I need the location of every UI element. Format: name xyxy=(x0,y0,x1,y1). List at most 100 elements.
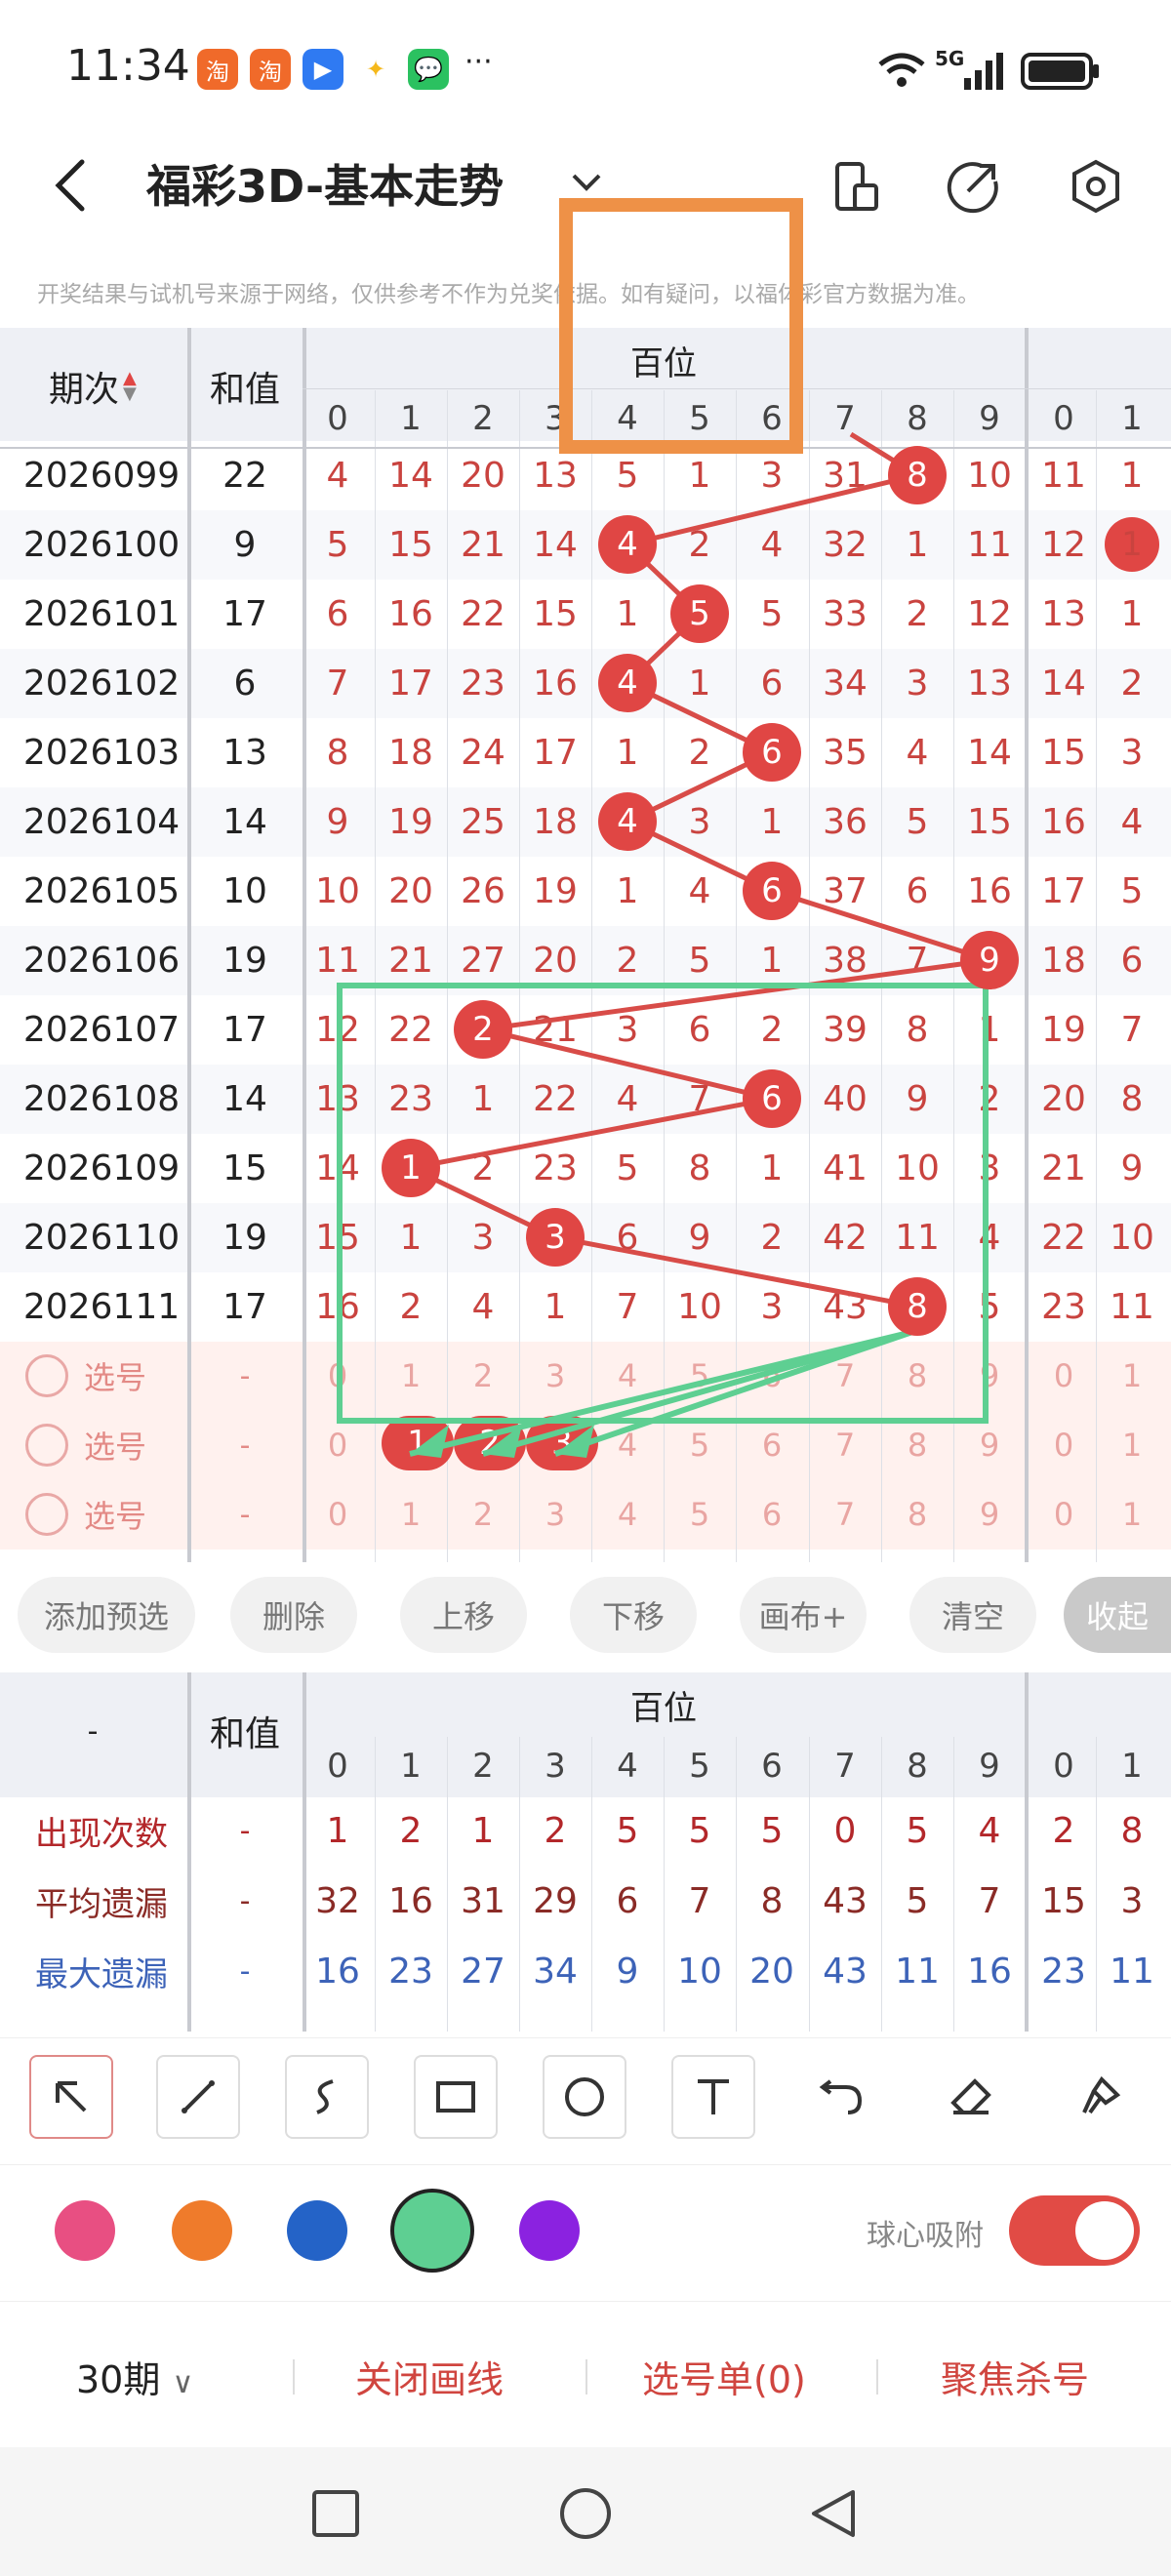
stats-value: 15 xyxy=(1041,1880,1086,1921)
chevron-down-icon: ∨ xyxy=(172,2366,194,2400)
stats-digit-header: 4 xyxy=(617,1747,638,1786)
stats-value: 1 xyxy=(326,1810,349,1851)
stats-digit-header: 0 xyxy=(327,1747,348,1786)
stats-digit-header: 1 xyxy=(1121,1747,1143,1786)
stats-sum: - xyxy=(239,1953,251,1989)
stats-value: 8 xyxy=(760,1880,784,1921)
stats-value: 5 xyxy=(616,1810,639,1851)
stats-value: 8 xyxy=(1120,1810,1144,1851)
stats-sum: - xyxy=(239,1813,251,1848)
stats-value: 4 xyxy=(978,1810,1001,1851)
stats-value: 5 xyxy=(906,1810,929,1851)
stats-value: 32 xyxy=(315,1880,360,1921)
stats-sum: - xyxy=(239,1883,251,1918)
stats-row-label: 平均遗漏 xyxy=(35,1884,168,1924)
action-button[interactable]: 上移 xyxy=(400,1577,527,1653)
arrow-line xyxy=(409,1329,913,1457)
drawing-canvas[interactable] xyxy=(0,0,1171,1581)
eraser-tool[interactable] xyxy=(929,2055,1013,2139)
stats-value: 20 xyxy=(749,1951,794,1992)
highlight-box[interactable] xyxy=(559,198,803,454)
period-select[interactable]: 30期 ∨ xyxy=(76,2350,193,2403)
divider xyxy=(876,2359,878,2395)
color-swatch[interactable] xyxy=(287,2200,347,2261)
hit-ball: 6 xyxy=(743,723,801,782)
action-button[interactable]: 清空 xyxy=(909,1577,1036,1653)
stats-value: 9 xyxy=(616,1951,639,1992)
arrow-line xyxy=(554,1329,913,1457)
stats-value: 31 xyxy=(461,1880,505,1921)
hit-ball: 8 xyxy=(888,1277,947,1336)
undo-tool[interactable] xyxy=(800,2055,884,2139)
action-button[interactable]: 收起 xyxy=(1064,1577,1171,1653)
text-tool[interactable] xyxy=(671,2055,755,2139)
pick-list-button[interactable]: 选号单(0) xyxy=(642,2350,806,2403)
brush-tool[interactable] xyxy=(1058,2055,1142,2139)
color-swatch[interactable] xyxy=(172,2200,232,2261)
divider xyxy=(293,2359,295,2395)
stats-value: 3 xyxy=(1120,1880,1144,1921)
stats-table: - 和值 百位 0 1 2 3 4 5 6 7 8 9 0 1 出现次数 -1 2 1 2 5 5 5 0 5 4 2 8 平均遗漏 -3… xyxy=(0,1672,1171,2032)
stats-digit-header: 2 xyxy=(472,1747,494,1786)
hit-ball: 4 xyxy=(598,792,657,851)
stats-value: 43 xyxy=(823,1880,868,1921)
stats-digit-header: 3 xyxy=(545,1747,566,1786)
recent-apps-icon[interactable] xyxy=(310,2488,361,2539)
curve-icon xyxy=(316,2079,334,2114)
stats-value: 11 xyxy=(895,1951,940,1992)
divider xyxy=(586,2359,587,2395)
stats-value: 16 xyxy=(315,1951,360,1992)
stats-value: 5 xyxy=(906,1880,929,1921)
stats-value: 2 xyxy=(399,1810,423,1851)
stats-value: 23 xyxy=(1041,1951,1086,1992)
home-icon[interactable] xyxy=(558,2486,613,2541)
selection-box[interactable] xyxy=(337,983,989,1424)
stats-first-header: - xyxy=(87,1713,99,1749)
stats-digit-header: 9 xyxy=(979,1747,1000,1786)
stats-digit-header: 8 xyxy=(907,1747,928,1786)
action-button[interactable]: 下移 xyxy=(570,1577,697,1653)
line-icon xyxy=(182,2080,215,2113)
circle-icon xyxy=(565,2077,604,2116)
pointer-arrow-icon xyxy=(56,2081,87,2113)
stats-value: 23 xyxy=(388,1951,433,1992)
stats-value: 29 xyxy=(533,1880,578,1921)
stats-row-label: 出现次数 xyxy=(35,1814,168,1854)
line-tool[interactable] xyxy=(156,2055,240,2139)
stats-value: 1 xyxy=(471,1810,495,1851)
stats-value: 16 xyxy=(388,1880,433,1921)
color-swatch-selected[interactable] xyxy=(390,2189,474,2273)
stats-value: 11 xyxy=(1110,1951,1154,1992)
stats-value: 16 xyxy=(967,1951,1012,1992)
close-line-button[interactable]: 关闭画线 xyxy=(355,2350,504,2403)
stats-value: 27 xyxy=(461,1951,505,1992)
pointer-arrow-tool[interactable] xyxy=(29,2055,113,2139)
trend-line xyxy=(403,431,990,1309)
action-button[interactable]: 删除 xyxy=(230,1577,357,1653)
hit-ball: 5 xyxy=(670,584,729,643)
action-button[interactable]: 添加预选 xyxy=(18,1577,195,1653)
hit-ball: 6 xyxy=(743,862,801,920)
text-icon xyxy=(698,2079,729,2114)
focus-kill-button[interactable]: 聚焦杀号 xyxy=(941,2350,1089,2403)
undo-icon xyxy=(819,2079,863,2114)
stats-value: 5 xyxy=(760,1810,784,1851)
stats-row-label: 最大遗漏 xyxy=(35,1954,168,1994)
action-button[interactable]: 画布+ xyxy=(740,1577,867,1653)
brush-icon xyxy=(1082,2075,1121,2114)
stats-value: 7 xyxy=(978,1880,1001,1921)
stats-value: 7 xyxy=(688,1880,711,1921)
stats-value: 0 xyxy=(833,1810,857,1851)
stats-digit-header: 5 xyxy=(689,1747,710,1786)
color-swatch[interactable] xyxy=(55,2200,115,2261)
hit-ball: 4 xyxy=(598,515,657,574)
snap-toggle[interactable] xyxy=(1009,2195,1140,2266)
back-nav-icon[interactable] xyxy=(808,2488,859,2539)
color-swatch[interactable] xyxy=(519,2200,580,2261)
stats-value: 34 xyxy=(533,1951,578,1992)
rectangle-tool[interactable] xyxy=(414,2055,498,2139)
stats-value: 6 xyxy=(616,1880,639,1921)
circle-tool[interactable] xyxy=(543,2055,626,2139)
curve-tool[interactable] xyxy=(285,2055,369,2139)
hit-ball: 2 xyxy=(454,1000,512,1059)
